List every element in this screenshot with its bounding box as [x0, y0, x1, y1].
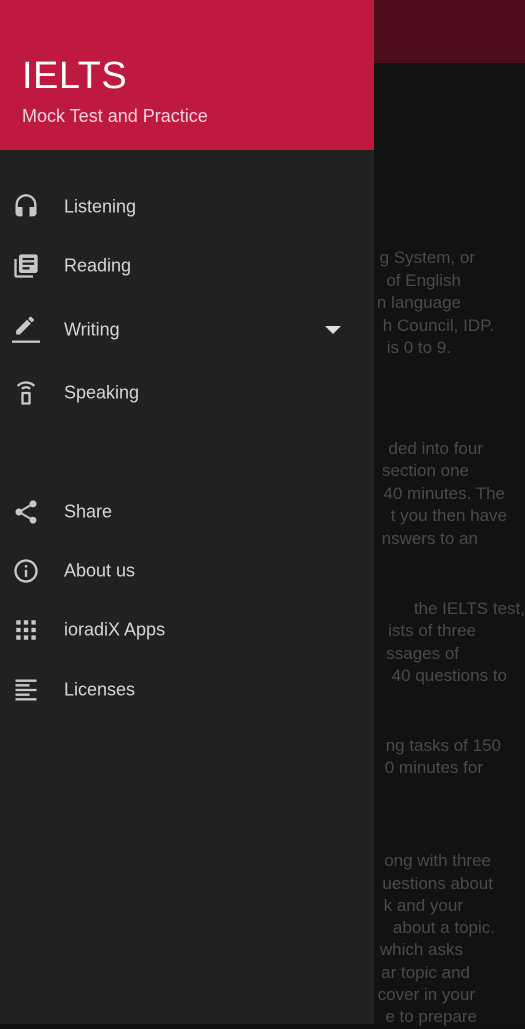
nav-item-share[interactable]: Share	[0, 484, 374, 540]
bg-line: e to prepare	[385, 1007, 477, 1026]
bg-line: uestions about	[382, 874, 493, 893]
headphones-icon	[12, 193, 40, 221]
nav-item-label: ioradiX Apps	[64, 619, 166, 640]
bg-line: which asks	[379, 940, 463, 959]
nav-item-ioradix-apps[interactable]: ioradiX Apps	[0, 602, 374, 658]
bg-line: cover in your	[377, 985, 475, 1004]
app-subtitle: Mock Test and Practice	[22, 106, 208, 126]
drawer-header: IELTS Mock Test and Practice	[0, 0, 374, 150]
nav-item-label: Licenses	[64, 679, 136, 700]
nav-item-label: Speaking	[64, 382, 140, 403]
bg-line: ng tasks of 150	[385, 736, 501, 755]
nav-item-label: Writing	[64, 319, 120, 340]
bg-line: n language	[376, 293, 461, 312]
bg-line: 40 minutes. The	[383, 484, 505, 503]
nav-item-listening[interactable]: Listening	[0, 179, 374, 235]
bg-line: ong with three	[384, 851, 491, 870]
nav-item-label: About us	[64, 560, 136, 581]
nav-item-writing[interactable]: Writing	[0, 302, 374, 358]
nav-item-speaking[interactable]: Speaking	[0, 365, 374, 421]
bg-line: the IELTS test,	[413, 599, 525, 618]
chevron-down-icon[interactable]	[323, 324, 343, 336]
bg-line: about a topic.	[392, 918, 495, 937]
bg-line: ar topic and	[381, 963, 470, 982]
nav-item-label: Listening	[64, 196, 137, 217]
bg-line: ists of three	[388, 621, 476, 640]
bg-line: 0 minutes for	[384, 758, 483, 777]
bg-line: g System, or	[379, 248, 475, 267]
app-title: IELTS	[22, 55, 128, 97]
bg-line: k and your	[383, 896, 463, 915]
bg-line: section one	[382, 461, 469, 480]
bg-line: of English	[386, 271, 461, 290]
bg-line: h Council, IDP.	[382, 316, 494, 335]
nav-item-label: Share	[64, 501, 113, 522]
edit-pen-icon	[12, 316, 40, 344]
nav-item-about-us[interactable]: About us	[0, 543, 374, 599]
nav-item-licenses[interactable]: Licenses	[0, 662, 374, 718]
bg-line: is 0 to 9.	[386, 338, 451, 357]
nav-item-reading[interactable]: Reading	[0, 238, 374, 294]
speaker-phone-icon	[12, 379, 40, 407]
bg-line: t you then have	[390, 506, 507, 525]
text-lines-icon	[12, 676, 40, 704]
info-icon	[12, 557, 40, 585]
bg-line: ssages of	[386, 644, 459, 663]
bg-line: ded into four	[388, 439, 483, 458]
share-icon	[12, 498, 40, 526]
library-books-icon	[12, 252, 40, 280]
nav-item-label: Reading	[64, 255, 132, 276]
apps-grid-icon	[12, 616, 40, 644]
navigation-drawer: IELTS Mock Test and Practice Listening R…	[0, 0, 374, 1024]
bg-line: 40 questions to	[391, 666, 507, 685]
bg-line: nswers to an	[381, 529, 478, 548]
